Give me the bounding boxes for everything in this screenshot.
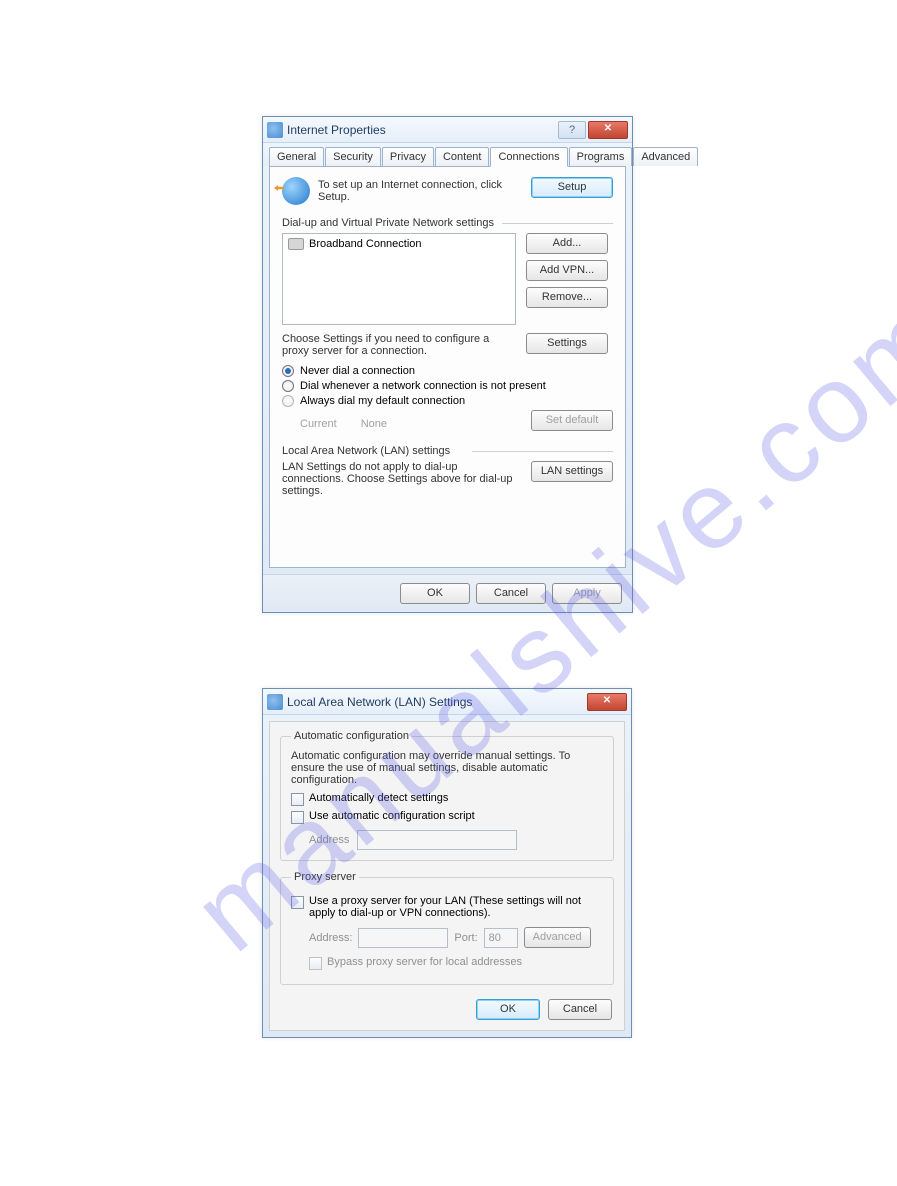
proxy-address-input[interactable]: [358, 928, 448, 948]
window-title: Local Area Network (LAN) Settings: [287, 695, 587, 709]
tab-general[interactable]: General: [269, 147, 324, 166]
connections-listbox[interactable]: Broadband Connection: [282, 233, 516, 325]
cancel-button[interactable]: Cancel: [476, 583, 546, 604]
settings-button[interactable]: Settings: [526, 333, 608, 354]
close-button[interactable]: ✕: [588, 121, 628, 139]
auto-config-desc: Automatic configuration may override man…: [291, 750, 603, 786]
titlebar: Internet Properties ? ✕: [263, 117, 632, 143]
tab-security[interactable]: Security: [325, 147, 381, 166]
checkbox-use-proxy[interactable]: Use a proxy server for your LAN (These s…: [291, 895, 603, 919]
apply-button[interactable]: Apply: [552, 583, 622, 604]
dialup-section-label: Dial-up and Virtual Private Network sett…: [282, 217, 613, 229]
radio-label: Dial whenever a network connection is no…: [300, 380, 546, 392]
choose-settings-text: Choose Settings if you need to configure…: [282, 333, 516, 357]
tab-strip: General Security Privacy Content Connect…: [263, 143, 632, 166]
advanced-button[interactable]: Advanced: [524, 927, 591, 948]
remove-button[interactable]: Remove...: [526, 287, 608, 308]
radio-icon: [282, 380, 294, 392]
checkbox-icon: [291, 811, 304, 824]
port-input[interactable]: 80: [484, 928, 518, 948]
tab-content[interactable]: Content: [435, 147, 490, 166]
globe-icon: [282, 177, 310, 205]
group-legend: Automatic configuration: [291, 730, 412, 742]
close-button[interactable]: ✕: [587, 693, 627, 711]
radio-dial-whenever[interactable]: Dial whenever a network connection is no…: [282, 380, 613, 392]
connection-name: Broadband Connection: [309, 238, 422, 250]
checkbox-label: Bypass proxy server for local addresses: [327, 956, 522, 968]
cancel-button[interactable]: Cancel: [548, 999, 612, 1020]
checkbox-icon: [309, 957, 322, 970]
port-label: Port:: [454, 932, 477, 944]
checkbox-label: Use a proxy server for your LAN (These s…: [309, 895, 603, 919]
group-legend: Proxy server: [291, 871, 359, 883]
dialog-body: Automatic configuration Automatic config…: [269, 721, 625, 1031]
add-vpn-button[interactable]: Add VPN...: [526, 260, 608, 281]
tab-panel: To set up an Internet connection, click …: [269, 166, 626, 568]
titlebar: Local Area Network (LAN) Settings ✕: [263, 689, 631, 715]
dialog-footer: OK Cancel: [280, 995, 614, 1022]
checkbox-label: Use automatic configuration script: [309, 810, 475, 822]
lan-section-label: Local Area Network (LAN) settings: [282, 445, 613, 457]
proxy-server-group: Proxy server Use a proxy server for your…: [280, 871, 614, 985]
radio-label: Never dial a connection: [300, 365, 415, 377]
current-label: Current: [300, 418, 337, 430]
setup-text: To set up an Internet connection, click …: [318, 177, 523, 203]
ok-button[interactable]: OK: [476, 999, 540, 1020]
modem-icon: [288, 238, 304, 250]
checkbox-label: Automatically detect settings: [309, 792, 448, 804]
auto-config-group: Automatic configuration Automatic config…: [280, 730, 614, 861]
radio-always-dial[interactable]: Always dial my default connection: [282, 395, 613, 407]
add-button[interactable]: Add...: [526, 233, 608, 254]
checkbox-auto-script[interactable]: Use automatic configuration script: [291, 810, 603, 824]
lan-settings-dialog: Local Area Network (LAN) Settings ✕ Auto…: [262, 688, 632, 1038]
address-label: Address: [309, 834, 349, 846]
checkbox-auto-detect[interactable]: Automatically detect settings: [291, 792, 603, 806]
list-item[interactable]: Broadband Connection: [286, 237, 512, 251]
tab-connections[interactable]: Connections: [490, 147, 567, 167]
tab-programs[interactable]: Programs: [569, 147, 633, 166]
setup-button[interactable]: Setup: [531, 177, 613, 198]
tab-advanced[interactable]: Advanced: [633, 147, 698, 166]
internet-properties-dialog: Internet Properties ? ✕ General Security…: [262, 116, 633, 613]
lan-settings-button[interactable]: LAN settings: [531, 461, 613, 482]
checkbox-icon: [291, 896, 304, 909]
lan-text: LAN Settings do not apply to dial-up con…: [282, 461, 521, 497]
radio-never-dial[interactable]: Never dial a connection: [282, 365, 613, 377]
window-title: Internet Properties: [287, 123, 558, 137]
current-value: None: [361, 418, 387, 430]
radio-label: Always dial my default connection: [300, 395, 465, 407]
internet-icon: [267, 122, 283, 138]
checkbox-icon: [291, 793, 304, 806]
address-input[interactable]: [357, 830, 517, 850]
set-default-button[interactable]: Set default: [531, 410, 613, 431]
checkbox-bypass-local[interactable]: Bypass proxy server for local addresses: [309, 956, 603, 970]
ok-button[interactable]: OK: [400, 583, 470, 604]
radio-icon: [282, 395, 294, 407]
radio-icon: [282, 365, 294, 377]
internet-icon: [267, 694, 283, 710]
tab-privacy[interactable]: Privacy: [382, 147, 434, 166]
proxy-address-label: Address:: [309, 932, 352, 944]
help-button[interactable]: ?: [558, 121, 586, 139]
dialog-footer: OK Cancel Apply: [263, 574, 632, 612]
